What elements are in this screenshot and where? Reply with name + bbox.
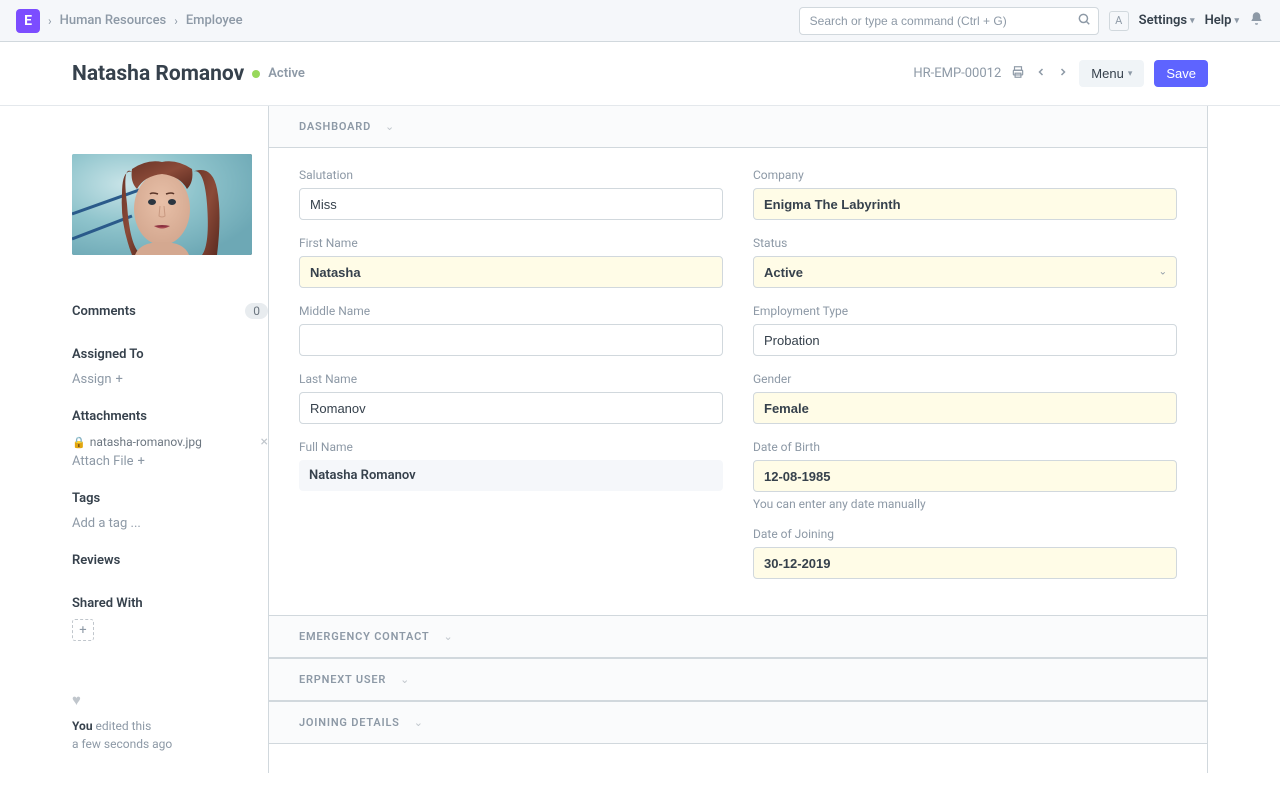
breadcrumb-separator: › [46,14,54,28]
breadcrumb-employee[interactable]: Employee [186,13,243,28]
attachment-filename: natasha-romanov.jpg [90,435,202,449]
menu-button[interactable]: Menu▾ [1079,60,1144,87]
app-logo[interactable]: E [16,9,40,33]
employment-type-input[interactable] [753,324,1177,356]
full-name-readonly: Natasha Romanov [299,460,723,491]
shared-with-label: Shared With [72,596,143,611]
section-emergency-contact[interactable]: EMERGENCY CONTACT ⌄ [269,615,1207,658]
save-button[interactable]: Save [1154,60,1208,87]
add-tag-action[interactable]: Add a tag ... [72,514,268,533]
section-joining-details[interactable]: JOINING DETAILS ⌄ [269,701,1207,744]
assign-action[interactable]: Assign+ [72,370,268,389]
employee-photo[interactable] [72,154,252,255]
attach-file-action[interactable]: Attach File+ [72,452,268,471]
doc-id: HR-EMP-00012 [913,66,1001,81]
gender-input[interactable] [753,392,1177,424]
company-input[interactable] [753,188,1177,220]
section-title: DASHBOARD [299,120,371,133]
edit-history: You edited this a few seconds ago [72,717,268,753]
chevron-down-icon: ⌄ [414,716,423,729]
attachments-label: Attachments [72,409,147,424]
navbar: E › Human Resources › Employee A Setting… [0,0,1280,42]
attachments-section: Attachments 🔒 natasha-romanov.jpg × Atta… [72,401,268,471]
middle-name-input[interactable] [299,324,723,356]
chevron-down-icon: ⌄ [400,673,409,686]
nav-right: A Settings▾ Help▾ [799,7,1264,35]
nav-left: E › Human Resources › Employee [16,9,243,33]
user-avatar-initial[interactable]: A [1109,11,1129,31]
attachment-item[interactable]: 🔒 natasha-romanov.jpg × [72,432,268,452]
first-name-label: First Name [299,236,723,250]
section-title: ERPNEXT USER [299,673,386,686]
search-wrap [799,7,1099,35]
first-name-input[interactable] [299,256,723,288]
bell-icon[interactable] [1249,11,1264,30]
dob-input[interactable] [753,460,1177,492]
section-title: JOINING DETAILS [299,716,400,729]
section-erpnext-user[interactable]: ERPNEXT USER ⌄ [269,658,1207,701]
like-icon[interactable]: ♥ [72,691,268,709]
form-col-left: Salutation First Name Middle Name Last N… [299,168,723,595]
middle-name-label: Middle Name [299,304,723,318]
salutation-input[interactable] [299,188,723,220]
tags-label: Tags [72,491,100,506]
assigned-to-section: Assigned To Assign+ [72,339,268,389]
comments-label[interactable]: Comments [72,304,136,319]
remove-attachment-icon[interactable]: × [261,434,268,450]
search-icon [1077,12,1091,30]
plus-icon: + [138,454,145,469]
reviews-section: Reviews [72,545,268,576]
lock-icon: 🔒 [72,436,86,449]
employment-type-label: Employment Type [753,304,1177,318]
status-label: Active [268,66,305,81]
form-body: Salutation First Name Middle Name Last N… [269,148,1207,615]
comments-count: 0 [245,303,268,319]
doj-input[interactable] [753,547,1177,579]
caret-down-icon: ▾ [1128,68,1133,79]
status-dot [252,70,260,78]
tags-section: Tags Add a tag ... [72,483,268,533]
section-dashboard[interactable]: DASHBOARD ⌄ [269,106,1207,148]
chevron-down-icon: ⌄ [443,630,452,643]
settings-menu[interactable]: Settings▾ [1139,13,1195,28]
help-menu[interactable]: Help▾ [1205,13,1239,28]
last-name-label: Last Name [299,372,723,386]
plus-icon: + [116,372,123,387]
section-title: EMERGENCY CONTACT [299,630,429,643]
full-name-label: Full Name [299,440,723,454]
title-area: Natasha Romanov Active [72,62,305,86]
caret-down-icon: ▾ [1190,16,1195,26]
gender-label: Gender [753,372,1177,386]
form-col-right: Company Status ⌄ Employment Type Gender [753,168,1177,595]
last-name-input[interactable] [299,392,723,424]
search-input[interactable] [799,7,1099,35]
shared-with-section: Shared With + [72,588,268,641]
comments-section: Comments 0 [72,295,268,327]
breadcrumb-separator: › [172,14,180,28]
prev-icon[interactable] [1035,66,1047,82]
share-add-button[interactable]: + [72,619,94,641]
chevron-down-icon: ⌄ [385,120,394,133]
doj-label: Date of Joining [753,527,1177,541]
layout: Comments 0 Assigned To Assign+ Attachmen… [0,106,1280,773]
status-select[interactable] [753,256,1177,288]
company-label: Company [753,168,1177,182]
status-field-label: Status [753,236,1177,250]
page-actions: HR-EMP-00012 Menu▾ Save [913,60,1208,87]
dob-label: Date of Birth [753,440,1177,454]
salutation-label: Salutation [299,168,723,182]
page-head: Natasha Romanov Active HR-EMP-00012 Menu… [0,42,1280,106]
main-form: DASHBOARD ⌄ Salutation First Name Middle… [268,106,1208,773]
caret-down-icon: ▾ [1234,16,1239,26]
next-icon[interactable] [1057,66,1069,82]
page-title: Natasha Romanov [72,62,244,86]
reviews-label[interactable]: Reviews [72,553,120,568]
sidebar: Comments 0 Assigned To Assign+ Attachmen… [72,106,268,773]
breadcrumb-hr[interactable]: Human Resources [60,13,167,28]
assigned-to-label: Assigned To [72,347,144,362]
print-icon[interactable] [1011,65,1025,83]
dob-help: You can enter any date manually [753,497,1177,511]
